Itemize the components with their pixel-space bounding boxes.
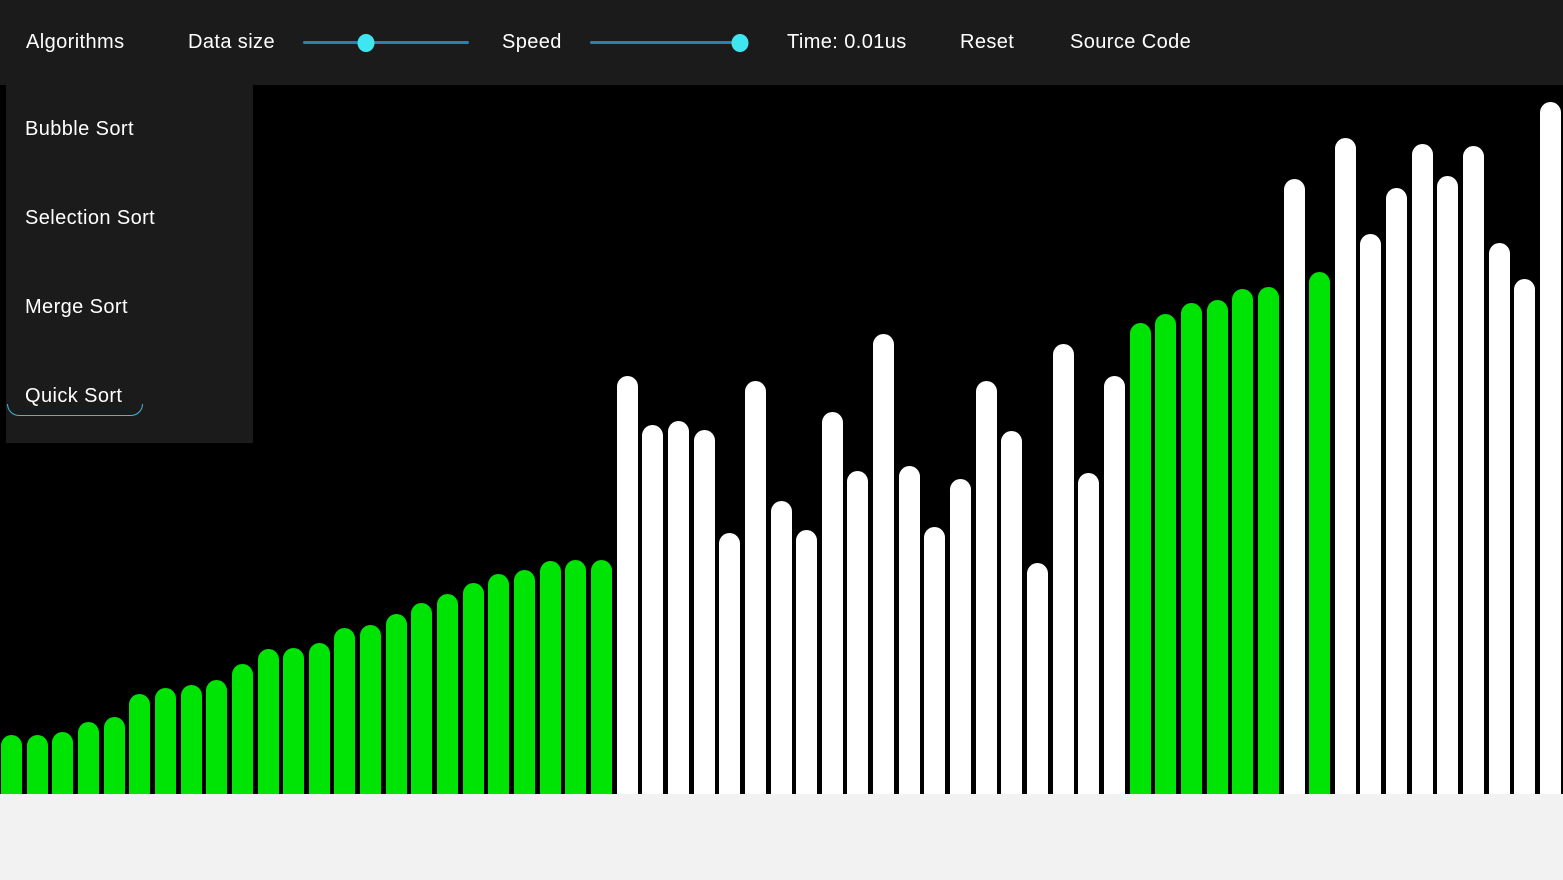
bar-sorted <box>360 625 381 794</box>
bar-sorted <box>1130 323 1151 794</box>
bar-sorted <box>232 664 253 794</box>
bar-sorted <box>411 603 432 794</box>
bar-unsorted <box>1335 138 1356 794</box>
bar-unsorted <box>771 501 792 794</box>
bar-unsorted <box>745 381 766 794</box>
bar-unsorted <box>1412 144 1433 794</box>
bar-sorted <box>540 561 561 794</box>
bar-sorted <box>1232 289 1253 794</box>
bar-sorted <box>514 570 535 794</box>
bar-unsorted <box>1540 102 1561 794</box>
data-size-slider[interactable] <box>303 0 469 85</box>
menu-item-selection-sort[interactable]: Selection Sort <box>6 174 253 263</box>
bar-unsorted <box>796 530 817 794</box>
algorithms-menu-button[interactable]: Algorithms <box>26 0 124 85</box>
bar-sorted <box>334 628 355 794</box>
time-display: Time: 0.01us <box>787 0 907 85</box>
bar-unsorted <box>1078 473 1099 794</box>
bar-sorted <box>78 722 99 794</box>
bar-unsorted <box>873 334 894 794</box>
bar-sorted <box>155 688 176 794</box>
bar-unsorted <box>1463 146 1484 794</box>
reset-button[interactable]: Reset <box>960 0 1014 85</box>
bar-sorted <box>591 560 612 794</box>
bar-unsorted <box>1514 279 1535 794</box>
bar-unsorted <box>1027 563 1048 794</box>
navbar: Algorithms Data size Speed Time: 0.01us … <box>0 0 1563 85</box>
bar-sorted <box>206 680 227 794</box>
bar-sorted <box>1207 300 1228 794</box>
bar-unsorted <box>1284 179 1305 794</box>
bar-unsorted <box>642 425 663 794</box>
bar-sorted <box>386 614 407 794</box>
menu-item-bubble-sort[interactable]: Bubble Sort <box>6 85 253 174</box>
bar-sorted <box>1258 287 1279 794</box>
bar-unsorted <box>924 527 945 794</box>
bar-sorted <box>181 685 202 794</box>
bar-unsorted <box>1001 431 1022 794</box>
bar-sorted <box>104 717 125 794</box>
bar-unsorted <box>719 533 740 794</box>
speed-slider[interactable] <box>590 0 748 85</box>
bar-unsorted <box>668 421 689 794</box>
bar-unsorted <box>1104 376 1125 794</box>
algorithms-dropdown: Bubble Sort Selection Sort Merge Sort Qu… <box>6 85 253 443</box>
menu-item-merge-sort[interactable]: Merge Sort <box>6 263 253 352</box>
speed-slider-track <box>590 41 748 44</box>
active-item-underline <box>7 404 143 416</box>
bar-sorted <box>258 649 279 794</box>
bar-unsorted <box>847 471 868 794</box>
speed-slider-thumb[interactable] <box>732 34 749 52</box>
menu-item-quick-sort[interactable]: Quick Sort <box>6 352 253 441</box>
bar-sorted <box>1181 303 1202 794</box>
bar-sorted <box>437 594 458 794</box>
bar-sorted <box>309 643 330 794</box>
bar-unsorted <box>1360 234 1381 794</box>
bar-unsorted <box>976 381 997 794</box>
bar-sorted <box>52 732 73 794</box>
speed-label: Speed <box>502 0 562 85</box>
bar-sorted <box>129 694 150 794</box>
bar-unsorted <box>1489 243 1510 794</box>
data-size-slider-track <box>303 41 469 44</box>
bar-sorted <box>1155 314 1176 794</box>
bar-sorted <box>1309 272 1330 794</box>
bar-unsorted <box>1437 176 1458 794</box>
bar-sorted <box>488 574 509 794</box>
bar-sorted <box>1 735 22 794</box>
bar-sorted <box>27 735 48 794</box>
bar-unsorted <box>1053 344 1074 794</box>
bar-unsorted <box>617 376 638 794</box>
data-size-label: Data size <box>188 0 275 85</box>
bar-sorted <box>283 648 304 794</box>
bar-unsorted <box>1386 188 1407 794</box>
data-size-slider-thumb[interactable] <box>358 34 375 52</box>
bar-sorted <box>463 583 484 794</box>
bar-sorted <box>565 560 586 794</box>
bar-unsorted <box>899 466 920 794</box>
bar-unsorted <box>694 430 715 794</box>
source-code-link[interactable]: Source Code <box>1070 0 1191 85</box>
footer-strip <box>0 794 1563 880</box>
bar-unsorted <box>950 479 971 794</box>
bar-unsorted <box>822 412 843 794</box>
